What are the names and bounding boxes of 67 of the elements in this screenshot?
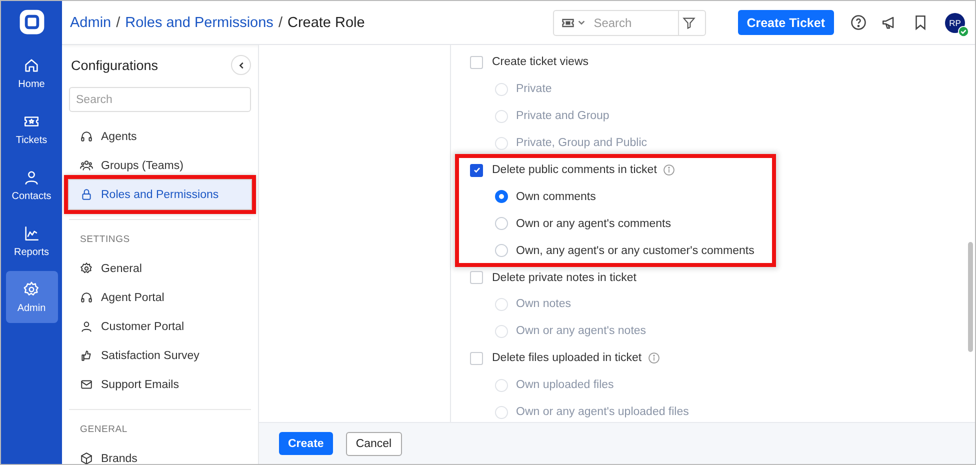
permission-label: Delete public comments in ticket <box>492 164 657 176</box>
option-label: Own or any agent's uploaded files <box>516 406 689 418</box>
section-heading: SETTINGS <box>79 233 131 247</box>
headset-icon <box>80 130 93 143</box>
option-label: Own uploaded files <box>516 379 614 392</box>
breadcrumb-link[interactable]: Roles and Permissions <box>125 14 274 30</box>
checkbox[interactable] <box>470 164 483 176</box>
nav-item[interactable]: Home <box>6 47 58 99</box>
help-icon[interactable] <box>850 14 867 31</box>
collapse-button[interactable] <box>231 55 251 75</box>
cube-icon <box>80 452 93 464</box>
sidebar-item[interactable]: Customer Portal <box>69 312 251 341</box>
info-icon[interactable] <box>662 164 675 176</box>
search-field[interactable]: Search <box>69 87 251 112</box>
chevron-down-icon <box>576 18 586 27</box>
breadcrumb-link[interactable]: Admin <box>70 14 112 30</box>
nav-item[interactable]: Reports <box>6 215 58 267</box>
create-button[interactable]: Create <box>279 432 333 455</box>
sidebar-item[interactable]: Groups (Teams) <box>69 151 251 180</box>
sidebar-item[interactable]: Agent Portal <box>69 283 251 312</box>
person-icon <box>23 168 40 186</box>
app-logo-icon[interactable] <box>18 9 44 35</box>
lock-icon <box>80 188 93 201</box>
chart-icon <box>23 224 40 242</box>
create-ticket-button[interactable]: Create Ticket <box>738 10 834 35</box>
headset-icon <box>80 291 93 304</box>
nav-item[interactable]: Contacts <box>6 159 58 211</box>
sidebar-item[interactable]: Satisfaction Survey <box>69 341 251 370</box>
checkmark-icon <box>472 165 482 175</box>
option-label: Own comments <box>516 190 596 203</box>
breadcrumb-separator: / <box>278 14 282 30</box>
permission-label: Delete files uploaded in ticket <box>492 352 642 364</box>
option-label: Own or any agent's comments <box>516 218 671 230</box>
option-label: Private, Group and Public <box>516 137 648 150</box>
search-field[interactable]: Search <box>552 10 706 36</box>
option-label: Own or any agent's notes <box>516 325 646 338</box>
people-icon <box>80 159 93 172</box>
scrollbar-thumb[interactable] <box>968 242 973 352</box>
home-icon <box>23 56 40 74</box>
settings-icon <box>80 262 93 275</box>
radio-button[interactable] <box>495 244 508 258</box>
thumbs-up-icon <box>80 349 93 362</box>
option-label: Private and Group <box>516 110 610 122</box>
sidebar-item[interactable]: General <box>69 254 251 283</box>
option-label: Own notes <box>516 298 571 310</box>
page-title: Create Role <box>287 14 365 30</box>
sidebar-item[interactable]: Roles and Permissions <box>69 180 251 209</box>
sidebar-item[interactable]: Agents <box>69 122 251 151</box>
mail-icon <box>80 378 93 391</box>
nav-item[interactable]: Tickets <box>6 103 58 155</box>
settings-icon <box>23 280 40 298</box>
info-icon[interactable] <box>648 352 660 364</box>
cancel-button[interactable]: Cancel <box>346 432 402 456</box>
sidebar-title: Configurations <box>70 58 158 72</box>
person-icon <box>80 320 93 333</box>
sidebar-item[interactable]: Brands <box>69 444 251 464</box>
chevron-left-icon <box>236 60 246 70</box>
radio-button[interactable] <box>495 217 508 230</box>
section-heading: GENERAL <box>79 423 129 437</box>
permission-label: Delete private notes in ticket <box>492 272 636 284</box>
option-label: Private <box>516 83 552 96</box>
nav-item[interactable]: Admin <box>6 271 58 323</box>
sidebar-item[interactable]: Support Emails <box>69 370 251 399</box>
radio-button[interactable] <box>495 190 508 204</box>
breadcrumb-separator: / <box>116 14 120 30</box>
permission-label: Create ticket views <box>492 56 589 68</box>
option-label: Own, any agent's or any customer's comments <box>516 244 754 257</box>
